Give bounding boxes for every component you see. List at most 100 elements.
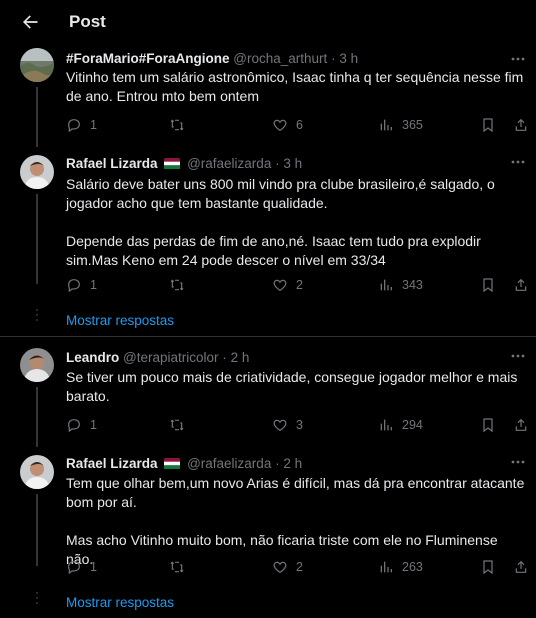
heart-icon xyxy=(273,279,287,292)
views-icon xyxy=(380,561,392,573)
author-name[interactable]: Rafael Lizarda xyxy=(66,156,158,171)
view-count: 294 xyxy=(402,418,423,432)
divider xyxy=(0,336,536,337)
like-button[interactable]: 2 xyxy=(272,557,303,577)
like-count: 3 xyxy=(296,418,303,432)
repost-button[interactable] xyxy=(169,557,193,577)
top-bar: Post xyxy=(0,0,536,46)
more-options-icon[interactable] xyxy=(510,353,526,359)
timestamp[interactable]: 2 h xyxy=(283,456,302,471)
heart-icon xyxy=(273,419,287,432)
tweet-text: Tem que olhar bem,um novo Arias é difíci… xyxy=(66,475,525,567)
more-replies-indicator xyxy=(36,309,38,324)
repost-button[interactable] xyxy=(169,275,193,295)
back-arrow-icon[interactable] xyxy=(20,12,40,32)
repost-icon xyxy=(170,419,184,431)
repost-icon xyxy=(170,279,184,291)
avatar[interactable] xyxy=(20,48,54,82)
action-bar: 1 2 343 xyxy=(66,275,536,295)
reply-icon xyxy=(68,279,80,293)
thread-line xyxy=(36,87,38,147)
reply-count: 1 xyxy=(90,118,97,132)
tweet-text: Se tiver um pouco mais de criatividade, … xyxy=(66,369,522,404)
timestamp[interactable]: 3 h xyxy=(339,51,358,66)
views-button[interactable]: 343 xyxy=(378,275,423,295)
reply-icon xyxy=(68,119,80,133)
thread-line xyxy=(36,194,38,284)
view-count: 365 xyxy=(402,118,423,132)
bookmark-button[interactable] xyxy=(480,415,496,435)
like-button[interactable]: 6 xyxy=(272,115,303,135)
share-button[interactable] xyxy=(513,557,529,577)
bookmark-button[interactable] xyxy=(480,557,496,577)
repost-icon xyxy=(170,561,184,573)
more-options-icon[interactable] xyxy=(510,459,526,465)
repost-button[interactable] xyxy=(169,415,193,435)
tweet-text: Salário deve bater uns 800 mil vindo pra… xyxy=(66,176,495,268)
views-button[interactable]: 365 xyxy=(378,115,423,135)
flag-icon xyxy=(164,158,181,169)
reply-button[interactable]: 1 xyxy=(66,115,97,135)
bookmark-button[interactable] xyxy=(480,275,496,295)
reply-button[interactable]: 1 xyxy=(66,275,97,295)
separator-dot: · xyxy=(222,350,227,365)
like-button[interactable]: 3 xyxy=(272,415,303,435)
avatar[interactable] xyxy=(20,155,54,189)
author-handle[interactable]: @rafaelizarda xyxy=(187,156,271,171)
bookmark-icon xyxy=(483,118,493,133)
more-options-icon[interactable] xyxy=(510,56,526,62)
separator-dot: · xyxy=(331,51,336,66)
action-bar: 1 6 365 xyxy=(66,115,536,135)
views-icon xyxy=(380,419,392,431)
reply-count: 1 xyxy=(90,560,97,574)
reply-icon xyxy=(68,419,80,433)
separator-dot: · xyxy=(275,156,280,171)
thread-line xyxy=(36,387,38,447)
tweet-text: Vitinho tem um salário astronômico, Isaa… xyxy=(66,69,528,104)
views-icon xyxy=(380,279,392,291)
avatar[interactable] xyxy=(20,348,54,382)
repost-button[interactable] xyxy=(169,115,193,135)
view-count: 343 xyxy=(402,278,423,292)
share-icon xyxy=(515,278,527,291)
author-name[interactable]: Leandro xyxy=(66,350,119,365)
timestamp[interactable]: 3 h xyxy=(283,156,302,171)
share-button[interactable] xyxy=(513,275,529,295)
views-button[interactable]: 263 xyxy=(378,557,423,577)
bookmark-button[interactable] xyxy=(480,115,496,135)
avatar[interactable] xyxy=(20,455,54,489)
tweet-header: #ForaMario#ForaAngione @rocha_arthurt · … xyxy=(66,51,358,66)
bookmark-icon xyxy=(483,418,493,433)
show-replies-link[interactable]: Mostrar respostas xyxy=(66,595,174,610)
share-icon xyxy=(515,418,527,431)
action-bar: 1 2 263 xyxy=(66,557,536,577)
reply-button[interactable]: 1 xyxy=(66,415,97,435)
view-count: 263 xyxy=(402,560,423,574)
like-count: 2 xyxy=(296,560,303,574)
author-name[interactable]: Rafael Lizarda xyxy=(66,456,158,471)
repost-icon xyxy=(170,119,184,131)
more-options-icon[interactable] xyxy=(510,159,526,165)
views-button[interactable]: 294 xyxy=(378,415,423,435)
share-icon xyxy=(515,118,527,131)
like-count: 2 xyxy=(296,278,303,292)
author-handle[interactable]: @rocha_arthurt xyxy=(233,51,327,66)
heart-icon xyxy=(273,119,287,132)
author-handle[interactable]: @terapiatricolor xyxy=(123,350,219,365)
tweet-header: Leandro @terapiatricolor · 2 h xyxy=(66,350,249,365)
author-name[interactable]: #ForaMario#ForaAngione xyxy=(66,51,230,66)
bookmark-icon xyxy=(483,278,493,293)
more-replies-indicator xyxy=(36,592,38,607)
show-replies-link[interactable]: Mostrar respostas xyxy=(66,313,174,328)
share-button[interactable] xyxy=(513,115,529,135)
action-bar: 1 3 294 xyxy=(66,415,536,435)
tweet-header: Rafael Lizarda @rafaelizarda · 2 h xyxy=(66,456,302,471)
views-icon xyxy=(380,119,392,131)
reply-count: 1 xyxy=(90,418,97,432)
reply-button[interactable]: 1 xyxy=(66,557,97,577)
author-handle[interactable]: @rafaelizarda xyxy=(187,456,271,471)
like-button[interactable]: 2 xyxy=(272,275,303,295)
share-button[interactable] xyxy=(513,415,529,435)
timestamp[interactable]: 2 h xyxy=(231,350,250,365)
like-count: 6 xyxy=(296,118,303,132)
